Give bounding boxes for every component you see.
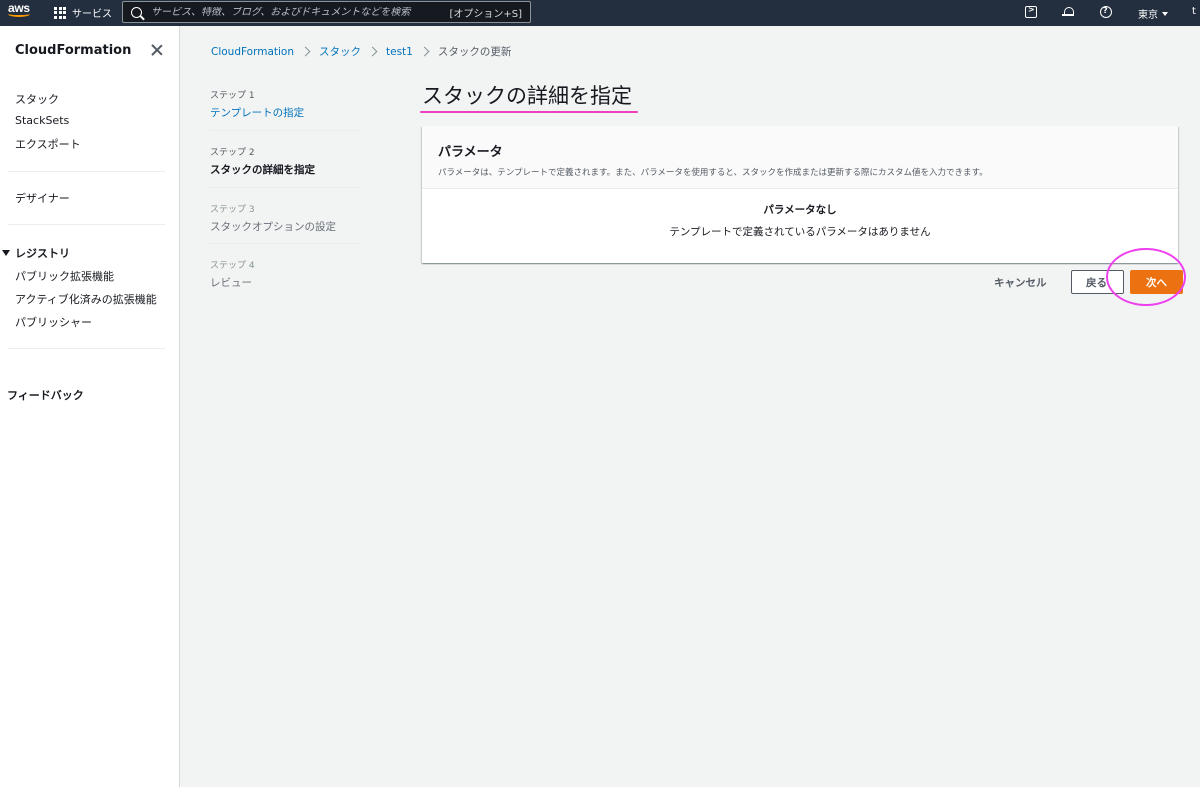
sidebar-item-feedback[interactable]: フィードバック: [7, 387, 84, 403]
wizard-step-3: ステップ 3 スタックオプションの設定: [210, 202, 360, 234]
sidebar-divider: [8, 348, 165, 349]
sidebar-item-designer[interactable]: デザイナー: [15, 190, 70, 206]
global-search[interactable]: [オプション+S]: [122, 1, 531, 23]
panel-description: パラメータは、テンプレートで定義されます。また、パラメータを使用すると、スタック…: [438, 168, 988, 178]
sidebar-item-stacksets[interactable]: StackSets: [15, 114, 69, 127]
chevron-right-icon: [300, 46, 311, 57]
wizard-step-4: ステップ 4 レビュー: [210, 258, 360, 290]
cloudshell-icon[interactable]: [1025, 5, 1037, 18]
region-label: 東京: [1138, 10, 1158, 21]
aws-logo-text: aws: [8, 1, 30, 15]
help-icon[interactable]: [1100, 6, 1112, 18]
sidebar-title: CloudFormation: [15, 43, 132, 58]
close-icon[interactable]: [151, 44, 163, 56]
breadcrumb-cloudformation[interactable]: CloudFormation: [211, 46, 294, 58]
step-number: ステップ 2: [210, 148, 255, 158]
step-number: ステップ 4: [210, 261, 255, 271]
sidebar-divider: [8, 224, 165, 225]
empty-state-description: テンプレートで定義されているパラメータはありません: [669, 226, 931, 238]
parameters-panel: パラメータ パラメータは、テンプレートで定義されます。また、パラメータを使用する…: [422, 126, 1178, 263]
region-selector[interactable]: 東京: [1138, 6, 1168, 21]
annotation-underline: [420, 111, 638, 113]
next-button[interactable]: 次へ: [1130, 270, 1183, 294]
panel-title: パラメータ: [438, 145, 503, 160]
back-button[interactable]: 戻る: [1071, 270, 1124, 294]
sidebar-item-public-extensions[interactable]: パブリック拡張機能: [15, 268, 114, 284]
page-title: スタックの詳細を指定: [422, 84, 632, 108]
breadcrumb: CloudFormation スタック test1 スタックの更新: [211, 44, 511, 59]
triangle-down-icon: [2, 250, 10, 256]
sidebar-item-publisher[interactable]: パブリッシャー: [15, 314, 92, 330]
step-label: レビュー: [210, 277, 252, 289]
wizard-step-1: ステップ 1 テンプレートの指定: [210, 88, 360, 120]
sidebar-divider: [8, 171, 165, 172]
search-icon: [131, 6, 142, 18]
panel-header: パラメータ パラメータは、テンプレートで定義されます。また、パラメータを使用する…: [422, 126, 1178, 189]
bell-icon[interactable]: [1062, 6, 1074, 18]
services-menu-button[interactable]: サービス: [54, 5, 112, 20]
empty-state-title: パラメータなし: [763, 204, 837, 216]
aws-logo[interactable]: aws: [8, 2, 34, 22]
step-number: ステップ 1: [210, 91, 255, 101]
sidebar-section-label: レジストリ: [15, 247, 70, 260]
wizard-step-2: ステップ 2 スタックの詳細を指定: [210, 145, 360, 177]
search-input[interactable]: [151, 6, 441, 18]
step-label-current: スタックの詳細を指定: [210, 164, 315, 176]
step-divider: [210, 243, 360, 244]
sidebar-item-exports[interactable]: エクスポート: [15, 136, 81, 152]
panel-body: パラメータなし テンプレートで定義されているパラメータはありません: [422, 189, 1178, 239]
search-shortcut-hint: [オプション+S]: [449, 8, 522, 20]
sidebar-item-activated-extensions[interactable]: アクティブ化済みの拡張機能: [15, 291, 157, 307]
step-label: スタックオプションの設定: [210, 221, 336, 233]
services-label: サービス: [72, 9, 112, 20]
grid-icon: [54, 6, 66, 19]
chevron-right-icon: [367, 46, 378, 57]
breadcrumb-current: スタックの更新: [437, 46, 512, 58]
sidebar-section-registry[interactable]: レジストリ: [2, 245, 70, 261]
step-number: ステップ 3: [210, 205, 255, 215]
sidebar-item-stacks[interactable]: スタック: [15, 91, 59, 107]
step-link-specify-template[interactable]: テンプレートの指定: [210, 105, 360, 120]
caret-down-icon: [1162, 11, 1168, 16]
step-divider: [210, 187, 360, 188]
sidebar: CloudFormation スタック StackSets エクスポート デザイ…: [0, 26, 180, 787]
step-divider: [210, 130, 360, 131]
chevron-right-icon: [419, 46, 430, 57]
top-navigation: aws サービス [オプション+S] 東京 t: [0, 0, 1200, 26]
breadcrumb-stack-name[interactable]: test1: [386, 46, 413, 58]
cancel-button[interactable]: キャンセル: [986, 271, 1055, 293]
breadcrumb-stacks[interactable]: スタック: [319, 44, 361, 59]
account-menu[interactable]: t: [1192, 6, 1196, 17]
